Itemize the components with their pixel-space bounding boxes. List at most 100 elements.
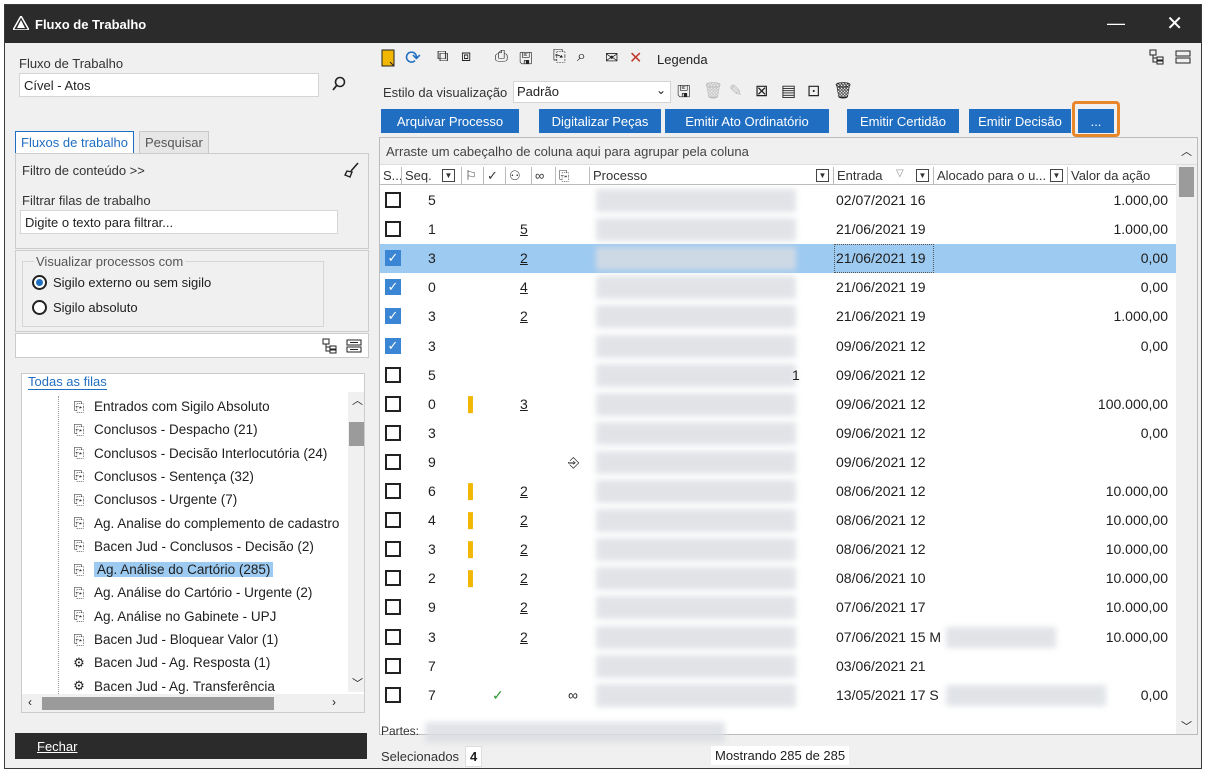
row-checkbox[interactable] <box>385 686 401 703</box>
scroll-down-icon[interactable]: ﹀ <box>352 675 363 691</box>
col-extra-icon[interactable]: ⎘ <box>556 167 590 185</box>
table-row[interactable]: 5 02/07/2021 16 1.000,00 <box>380 186 1176 215</box>
fechar-button[interactable]: Fechar <box>15 733 367 759</box>
radio-sigilo-absoluto[interactable]: Sigilo absoluto <box>32 300 138 315</box>
queue-item[interactable]: ⎘ Ag. Análise do Cartório (285) <box>72 559 274 580</box>
queue-item[interactable]: ⎘ Conclusos - Decisão Interlocutória (24) <box>72 443 328 464</box>
table-row[interactable]: 9 2 07/06/2021 17 10.000,00 <box>380 593 1176 622</box>
comment-icon[interactable]: ✉ <box>605 48 618 68</box>
col-selected[interactable]: S... <box>380 167 402 185</box>
queue-item[interactable]: ⎘ Ag. Analise do complemento de cadastro <box>72 513 340 534</box>
window-icon[interactable]: ⧈ <box>461 48 471 66</box>
filtrar-filas-input[interactable]: Digite o texto para filtrar... <box>20 210 338 234</box>
row-checkbox[interactable] <box>385 599 401 616</box>
row-checkbox[interactable]: ✓ <box>385 308 401 325</box>
row-checkbox[interactable] <box>385 453 401 470</box>
fluxo-field[interactable]: Cível - Atos <box>19 73 319 97</box>
col-processo[interactable]: Processo ▼ <box>590 167 834 185</box>
table-row[interactable]: ✓ 0 4 21/06/2021 19 0,00 <box>380 273 1176 302</box>
row-checkbox[interactable]: ✓ <box>385 337 401 354</box>
save-style-icon[interactable]: 🖫 <box>677 81 691 108</box>
row-checkbox[interactable] <box>385 221 401 238</box>
queue-item[interactable]: ⎘ Conclusos - Despacho (21) <box>72 419 258 440</box>
list-view-icon[interactable] <box>1175 49 1191 70</box>
minimize-button[interactable]: — <box>1107 13 1125 34</box>
add-document-icon[interactable]: ⎘ <box>553 48 566 66</box>
col-entrada[interactable]: Entrada ▽ ▼ <box>834 167 934 185</box>
emitir-ato-button[interactable]: Emitir Ato Ordinatório <box>665 109 829 133</box>
collapse-tree-icon[interactable] <box>346 338 362 357</box>
grid-vscrollbar[interactable]: ︿ ﹀ <box>1176 146 1197 734</box>
export-icon[interactable]: ⊡ <box>807 81 820 101</box>
report-icon[interactable]: ▤ <box>781 81 796 101</box>
digitalizar-pecas-button[interactable]: Digitalizar Peças <box>539 109 661 133</box>
col-parties-icon[interactable]: ⚇ <box>506 167 532 185</box>
col-alocado[interactable]: Alocado para o u... ▼ <box>934 167 1068 185</box>
col-link-icon[interactable]: ∞ <box>532 167 556 185</box>
tree-vscrollbar[interactable]: ︿ ﹀ <box>348 392 364 692</box>
row-checkbox[interactable]: ✓ <box>385 250 401 267</box>
table-row[interactable]: 4 ▌ 2 08/06/2021 12 10.000,00 <box>380 506 1176 535</box>
col-flag-icon[interactable]: ⚐ <box>462 167 484 185</box>
emitir-decisao-button[interactable]: Emitir Decisão <box>969 109 1071 133</box>
row-checkbox[interactable] <box>385 424 401 441</box>
radio-button[interactable] <box>32 300 47 315</box>
row-checkbox[interactable] <box>385 541 401 558</box>
print-icon[interactable]: ⎙ <box>495 48 508 66</box>
scroll-right-icon[interactable]: › <box>332 695 336 709</box>
tab-fluxos[interactable]: Fluxos de trabalho <box>15 131 134 153</box>
refresh-icon[interactable]: ⟳ <box>405 47 421 70</box>
trash-icon[interactable]: 🗑 <box>833 81 853 101</box>
table-row[interactable]: 3 2 07/06/2021 15 M 10.000,00 <box>380 623 1176 652</box>
queue-item[interactable]: ⎘ Bacen Jud - Bloquear Valor (1) <box>72 629 279 650</box>
arquivar-processo-button[interactable]: Arquivar Processo <box>381 109 519 133</box>
row-checkbox[interactable] <box>385 628 401 645</box>
row-checkbox[interactable] <box>385 366 401 383</box>
queue-item[interactable]: ⎘ Conclusos - Urgente (7) <box>72 489 238 510</box>
filter-dropdown-icon[interactable]: ▼ <box>916 169 929 182</box>
scroll-left-icon[interactable]: ‹ <box>28 695 32 709</box>
row-checkbox[interactable] <box>385 192 401 208</box>
table-row[interactable]: 3 09/06/2021 12 0,00 <box>380 419 1176 448</box>
clear-filter-icon[interactable] <box>344 162 360 181</box>
row-checkbox[interactable] <box>385 657 401 674</box>
estilo-select[interactable]: Padrão ⌄ <box>513 81 671 103</box>
table-row[interactable]: 9 ⎆ 09/06/2021 12 <box>380 448 1176 477</box>
queue-item[interactable]: ⎘ Ag. Análise no Gabinete - UPJ <box>72 606 277 627</box>
filter-dropdown-icon[interactable]: ▼ <box>816 169 829 182</box>
queue-item[interactable]: ⎘ Conclusos - Sentença (32) <box>72 466 254 487</box>
scroll-up-icon[interactable]: ︿ <box>352 392 363 408</box>
filter-dropdown-icon[interactable]: ▼ <box>1050 169 1063 182</box>
close-button[interactable]: ✕ <box>1166 11 1183 36</box>
table-row[interactable]: 6 ▌ 2 08/06/2021 12 10.000,00 <box>380 477 1176 506</box>
hscroll-thumb[interactable] <box>42 697 274 710</box>
search-document-icon[interactable]: ⌕ <box>577 48 586 66</box>
table-row[interactable]: ✓ 3 2 21/06/2021 19 1.000,00 <box>380 302 1176 331</box>
row-checkbox[interactable] <box>385 512 401 529</box>
expand-tree-icon[interactable] <box>322 338 338 357</box>
export-excel-icon[interactable]: ⊠ <box>755 81 768 101</box>
row-checkbox[interactable] <box>385 483 401 499</box>
table-row[interactable]: 2 ▌ 2 08/06/2021 10 10.000,00 <box>380 564 1176 593</box>
queue-item[interactable]: ⎘ Bacen Jud - Conclusos - Decisão (2) <box>72 536 314 557</box>
radio-button-checked[interactable] <box>32 275 47 290</box>
row-checkbox[interactable] <box>385 395 401 412</box>
table-row[interactable]: 5 1 09/06/2021 12 <box>380 361 1176 390</box>
table-row[interactable]: 7 ✓ ∞ 13/05/2021 17 S 0,00 <box>380 681 1176 710</box>
filtro-conteudo-toggle[interactable]: Filtro de conteúdo >> <box>22 163 145 178</box>
search-icon[interactable] <box>331 76 347 95</box>
copy-icon[interactable]: ⧉ <box>437 48 448 66</box>
chevron-down-icon[interactable]: ⌄ <box>656 83 666 97</box>
tab-pesquisar[interactable]: Pesquisar <box>139 131 209 153</box>
filter-dropdown-icon[interactable]: ▼ <box>442 169 455 182</box>
table-row[interactable]: 3 ▌ 2 08/06/2021 12 10.000,00 <box>380 535 1176 564</box>
table-row[interactable]: 0 ▌ 3 09/06/2021 12 100.000,00 <box>380 390 1176 419</box>
document-save-icon[interactable]: 🖫 <box>519 48 533 75</box>
radio-sigilo-externo[interactable]: Sigilo externo ou sem sigilo <box>32 275 211 290</box>
queue-item[interactable]: ⎘ Ag. Análise do Cartório - Urgente (2) <box>72 582 313 603</box>
col-seq[interactable]: Seq. ▼ <box>402 167 462 185</box>
tree-hscrollbar[interactable]: ‹ › <box>22 694 364 712</box>
queue-item[interactable]: ⚙ Bacen Jud - Ag. Resposta (1) <box>72 652 270 673</box>
row-checkbox[interactable]: ✓ <box>385 279 401 296</box>
scroll-up-icon[interactable]: ︿ <box>1181 143 1192 159</box>
